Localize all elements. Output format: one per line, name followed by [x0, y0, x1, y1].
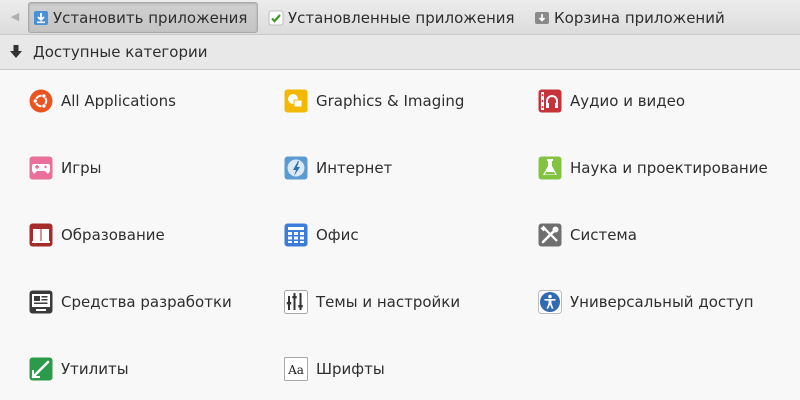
svg-text:Aa: Aa — [287, 363, 304, 377]
category-label: All Applications — [61, 92, 176, 110]
back-arrow-icon[interactable]: ◀ — [6, 8, 24, 26]
category-label: Образование — [61, 226, 165, 244]
arrow-down-icon — [10, 45, 22, 58]
fonts-icon: Aa — [284, 357, 308, 381]
installed-apps-button[interactable]: Установленные приложения — [264, 2, 519, 33]
category-graphics[interactable]: Graphics & Imaging — [284, 86, 464, 116]
gamepad-icon — [29, 156, 53, 180]
themes-icon — [284, 290, 308, 314]
category-developer-tools[interactable]: Средства разработки — [29, 287, 232, 317]
category-label: Универсальный доступ — [570, 293, 754, 311]
category-all-applications[interactable]: All Applications — [29, 86, 176, 116]
installed-apps-label: Установленные приложения — [288, 8, 515, 27]
category-label: Шрифты — [316, 360, 385, 378]
flask-icon — [538, 156, 562, 180]
accessibility-icon — [538, 290, 562, 314]
category-utilities[interactable]: Утилиты — [29, 354, 129, 384]
category-science[interactable]: Наука и проектирование — [538, 153, 768, 183]
apps-trash-button[interactable]: Корзина приложений — [530, 2, 729, 33]
install-apps-label: Установить приложения — [53, 8, 248, 27]
category-label: Наука и проектирование — [570, 159, 768, 177]
category-label: Аудио и видео — [570, 92, 686, 110]
category-label: Утилиты — [61, 360, 129, 378]
trash-icon — [535, 11, 549, 24]
install-apps-button[interactable]: Установить приложения — [28, 2, 258, 33]
category-internet[interactable]: Интернет — [284, 153, 392, 183]
categories-grid: All Applications Graphics & Imaging Ауди… — [0, 71, 800, 400]
category-label: Система — [570, 226, 637, 244]
category-label: Офис — [316, 226, 359, 244]
utilities-icon — [29, 357, 53, 381]
category-accessibility[interactable]: Универсальный доступ — [538, 287, 754, 317]
categories-header[interactable]: Доступные категории — [0, 35, 800, 70]
download-icon — [34, 10, 48, 25]
category-audio-video[interactable]: Аудио и видео — [538, 86, 685, 116]
internet-icon — [284, 156, 308, 180]
category-label: Graphics & Imaging — [316, 92, 465, 110]
category-education[interactable]: Образование — [29, 220, 165, 250]
audio-video-icon — [538, 89, 562, 113]
book-icon — [29, 223, 53, 247]
toolbar: ◀ Установить приложения Установленные пр… — [0, 0, 800, 35]
category-fonts[interactable]: Aa Шрифты — [284, 354, 385, 384]
category-label: Интернет — [316, 159, 393, 177]
categories-header-title: Доступные категории — [33, 43, 208, 61]
category-label: Средства разработки — [61, 293, 232, 311]
category-label: Темы и настройки — [316, 293, 461, 311]
office-icon — [284, 223, 308, 247]
ubuntu-icon — [29, 89, 53, 113]
checkmark-icon — [268, 10, 284, 25]
category-label: Игры — [61, 159, 102, 177]
category-office[interactable]: Офис — [284, 220, 359, 250]
tools-icon — [538, 223, 562, 247]
category-system[interactable]: Система — [538, 220, 637, 250]
graphics-icon — [284, 89, 308, 113]
category-games[interactable]: Игры — [29, 153, 101, 183]
apps-trash-label: Корзина приложений — [554, 8, 725, 27]
developer-icon — [29, 290, 53, 314]
category-themes[interactable]: Темы и настройки — [284, 287, 460, 317]
